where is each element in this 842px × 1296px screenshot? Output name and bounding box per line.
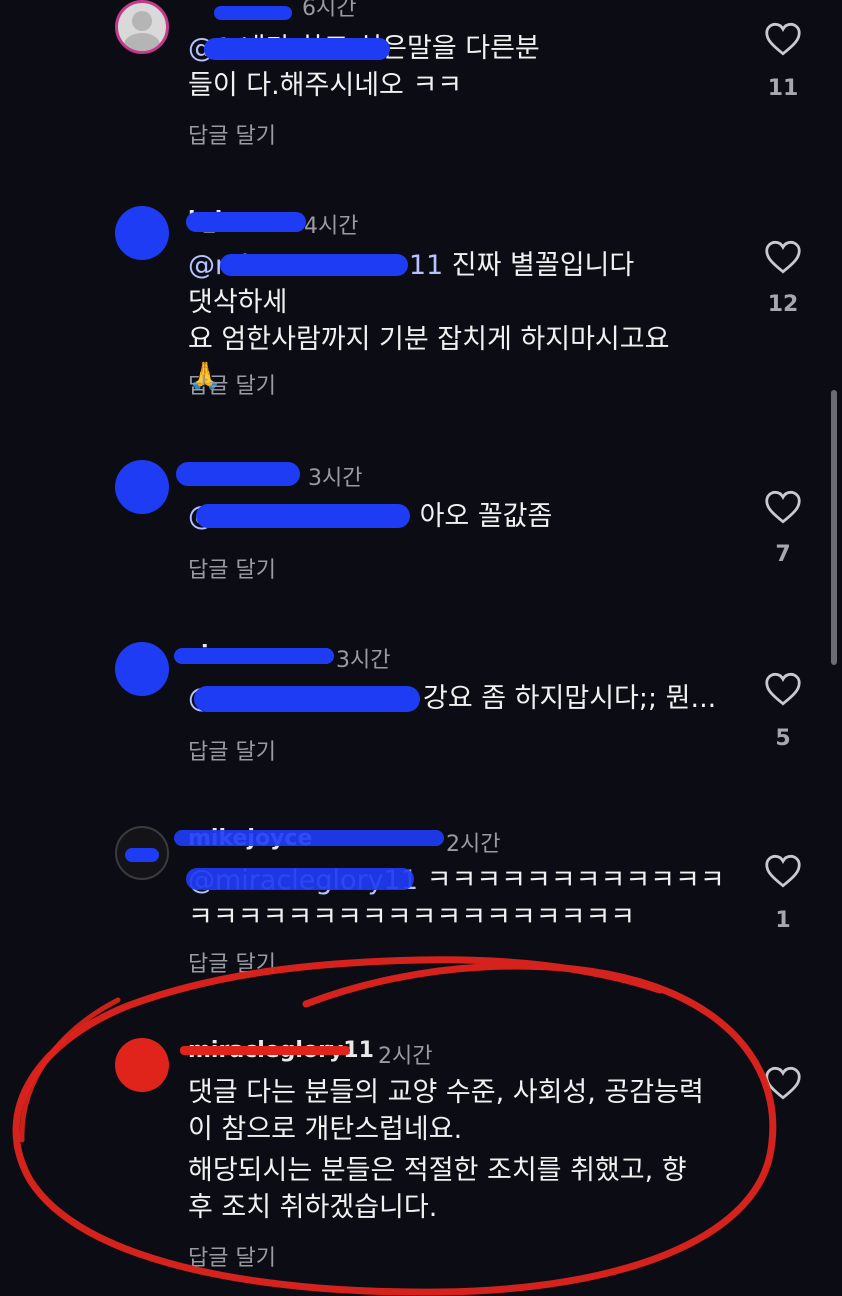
comment-time: 3시간: [336, 648, 391, 673]
comment-time: 4시간: [304, 214, 359, 239]
reply-button[interactable]: 답글 달기: [188, 1240, 276, 1272]
avatar[interactable]: [115, 206, 169, 260]
avatar[interactable]: [115, 1038, 169, 1092]
comment-username[interactable]: miracleglory11: [188, 1038, 374, 1063]
comment-time: 2시간: [446, 832, 501, 857]
scrollbar[interactable]: [831, 390, 837, 665]
like-count: 5: [775, 726, 791, 751]
comment-time: 6시간: [302, 0, 357, 21]
comment-text: @1 내가 하고 싶은말을 다른분 들이 다.해주시네오 ㅋㅋ: [188, 30, 733, 104]
like-count: 11: [767, 76, 799, 101]
heart-icon[interactable]: [764, 490, 802, 524]
comment-mention[interactable]: @mi: [188, 250, 249, 281]
comment-text: @ 강요 좀 하지맙시다;; 뭔...: [188, 680, 733, 717]
comment-text: @ 아오 꼴값좀: [188, 498, 733, 535]
heart-icon[interactable]: [764, 22, 802, 56]
comments-page: 6시간 @1 내가 하고 싶은말을 다른분 들이 다.해주시네오 ㅋㅋ 답글 달…: [0, 0, 842, 1296]
comment-text: 댓글 다는 분들의 교양 수준, 사회성, 공감능력 이 참으로 개탄스럽네요.: [188, 1077, 704, 1145]
reply-button[interactable]: 답글 달기: [188, 368, 276, 400]
comment-username[interactable]: ci: [188, 642, 209, 667]
avatar[interactable]: [115, 826, 169, 880]
comment-mention[interactable]: @miracleglory11: [188, 865, 418, 896]
comment-mention[interactable]: @: [188, 33, 215, 64]
comment-text-body: 아오 꼴값좀: [411, 501, 553, 532]
comment-text: @miracleglory11 ㅋㅋㅋㅋㅋㅋㅋㅋㅋㅋㅋㅋ ㅋㅋㅋㅋㅋㅋㅋㅋㅋㅋㅋ…: [188, 862, 733, 936]
comment-text-body: 내가 하고 싶은말을 다른분 들이 다.해주시네오 ㅋㅋ: [188, 33, 540, 101]
heart-icon[interactable]: [764, 672, 802, 706]
reply-button[interactable]: 답글 달기: [188, 552, 276, 584]
comment-text-second: 해당되시는 분들은 적절한 조치를 취했고, 향 후 조치 취하겠습니다.: [188, 1155, 687, 1223]
like-count: 1: [775, 908, 791, 933]
avatar[interactable]: [115, 460, 169, 514]
comment-mention-tail[interactable]: 1: [215, 33, 232, 64]
heart-icon[interactable]: [764, 1066, 802, 1100]
like-count: 7: [775, 542, 791, 567]
avatar[interactable]: [115, 0, 169, 54]
reply-button[interactable]: 답글 달기: [188, 734, 276, 766]
comment-mention[interactable]: @: [188, 501, 215, 532]
avatar[interactable]: [115, 642, 169, 696]
comment-text-body: 강요 좀 하지맙시다;; 뭔...: [423, 683, 717, 714]
comment-mention[interactable]: @: [188, 683, 215, 714]
comment-mention-tail[interactable]: 11: [409, 250, 443, 281]
comment-time: 3시간: [308, 466, 363, 491]
like-count: 12: [767, 292, 799, 317]
reply-button[interactable]: 답글 달기: [188, 118, 276, 150]
comment-username[interactable]: mikejoyce: [188, 826, 312, 851]
redaction-mark: [176, 462, 300, 486]
comment-username[interactable]: b_h: [188, 208, 230, 233]
comment-time: 2시간: [378, 1044, 433, 1069]
heart-icon[interactable]: [764, 240, 802, 274]
redaction-mark: [214, 6, 292, 20]
reply-button[interactable]: 답글 달기: [188, 946, 276, 978]
heart-icon[interactable]: [764, 854, 802, 888]
